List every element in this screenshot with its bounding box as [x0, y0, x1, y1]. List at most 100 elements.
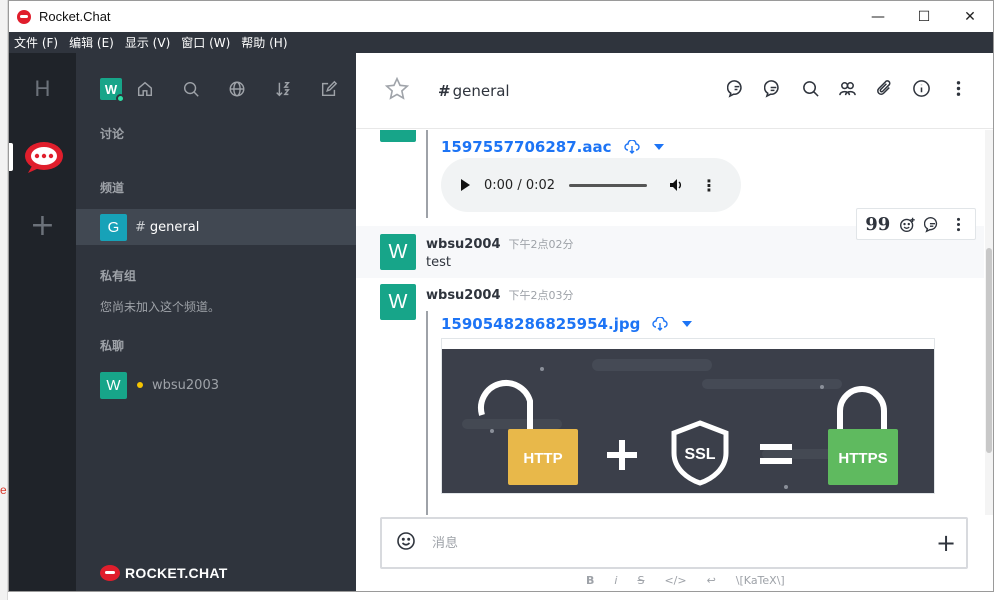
https-illustration: HTTP SSL HTTPS — [442, 349, 934, 493]
scrollbar-thumb[interactable] — [986, 248, 992, 453]
audio-options-icon[interactable]: ⋮ — [701, 176, 717, 195]
message-scrollbar[interactable] — [985, 130, 993, 515]
formatting-toolbar: B i S </> ↩ \[KaTeX\] — [586, 574, 805, 587]
katex-button[interactable]: \[KaTeX\] — [736, 574, 785, 587]
hash-icon: # — [438, 81, 451, 100]
menu-window[interactable]: 窗口 (W) — [181, 34, 230, 51]
room-title: # general — [438, 82, 510, 100]
message-avatar: W — [380, 284, 416, 320]
sidebar-item-wbsu2003[interactable]: W wbsu2003 — [76, 367, 356, 403]
menu-file[interactable]: 文件 (F) — [14, 34, 58, 51]
star-icon[interactable] — [384, 76, 410, 106]
code-button[interactable]: </> — [664, 574, 686, 587]
download-cloud-icon[interactable] — [623, 140, 640, 154]
close-button[interactable]: ✕ — [947, 1, 993, 32]
menu-bar: 文件 (F) 编辑 (E) 显示 (V) 窗口 (W) 帮助 (H) — [9, 32, 993, 53]
online-status-dot — [116, 94, 125, 103]
discussion-icon[interactable] — [718, 79, 755, 98]
background-desktop — [0, 0, 8, 600]
app-window: Rocket.Chat — ☐ ✕ 文件 (F) 编辑 (E) 显示 (V) 窗… — [8, 0, 994, 592]
user-avatar[interactable]: W — [100, 78, 125, 103]
message-list: W 1597557706287.aac 0:00 / 0:02 ⋮ W — [356, 130, 984, 515]
search-messages-icon[interactable] — [792, 79, 829, 98]
emoji-icon[interactable] — [396, 531, 416, 555]
maximize-button[interactable]: ☐ — [901, 1, 947, 32]
room-main: #general W 1597557706287.aac — [356, 53, 993, 591]
menu-edit[interactable]: 编辑 (E) — [69, 34, 114, 51]
message-composer: + — [380, 517, 968, 569]
away-status-dot — [137, 382, 143, 388]
room-name: general — [452, 81, 510, 100]
hash-icon: # — [135, 219, 146, 235]
message-input[interactable] — [432, 535, 926, 551]
home-icon[interactable] — [122, 80, 168, 98]
window-title: Rocket.Chat — [39, 9, 111, 24]
http-ssl-https-graphic: HTTP SSL HTTPS — [462, 359, 898, 489]
message-avatar: W — [380, 234, 416, 270]
menu-view[interactable]: 显示 (V) — [125, 34, 170, 51]
strike-button[interactable]: S — [637, 574, 644, 587]
rocketchat-server-icon[interactable] — [24, 140, 64, 174]
members-icon[interactable] — [829, 79, 866, 98]
section-direct-messages: 私聊 — [100, 339, 125, 353]
sidebar: W 讨论 频道 G # general 私有组 您尚未加入这个频道。 私聊 W … — [76, 53, 356, 591]
https-label: HTTPS — [838, 450, 887, 467]
server-rail: H + — [9, 53, 76, 591]
bold-button[interactable]: B — [586, 574, 594, 587]
collapse-caret-icon[interactable] — [682, 321, 693, 327]
play-icon[interactable] — [461, 179, 470, 191]
section-channels: 频道 — [100, 181, 125, 195]
create-new-icon[interactable] — [306, 80, 352, 98]
attachments-icon[interactable] — [866, 79, 903, 98]
kebab-menu-icon[interactable] — [940, 79, 977, 98]
section-discussions: 讨论 — [100, 127, 125, 141]
volume-icon[interactable] — [669, 178, 683, 192]
message-author[interactable]: wbsu2004 下午2点03分 — [426, 287, 574, 303]
footer-logo-text: ROCKET.CHAT — [125, 565, 228, 581]
image-attachment[interactable]: HTTP SSL HTTPS — [441, 338, 935, 494]
app-content: H + W 讨论 频道 G # general 私有组 您尚未加入这个频道。 私… — [9, 53, 993, 591]
server-h-button[interactable]: H — [9, 76, 76, 102]
download-cloud-icon[interactable] — [652, 317, 668, 331]
directory-globe-icon[interactable] — [214, 80, 260, 98]
info-icon[interactable] — [903, 79, 940, 98]
reply-thread-icon[interactable] — [924, 216, 941, 233]
menu-help[interactable]: 帮助 (H) — [241, 34, 287, 51]
quote-icon[interactable]: 99 — [865, 214, 890, 235]
author-name: wbsu2004 — [426, 237, 501, 252]
audio-progress-slider[interactable] — [569, 183, 648, 187]
dm-avatar: W — [100, 371, 127, 399]
sidebar-item-general[interactable]: G # general — [76, 209, 356, 245]
rocketchat-logo-icon — [100, 565, 120, 581]
title-bar: Rocket.Chat — ☐ ✕ — [9, 1, 993, 32]
room-header: # general — [356, 53, 993, 129]
audio-player[interactable]: 0:00 / 0:02 ⋮ — [441, 158, 741, 212]
collapse-caret-icon[interactable] — [653, 144, 664, 150]
user-avatar-letter: W — [104, 81, 118, 97]
minimize-button[interactable]: — — [855, 1, 901, 32]
audio-file-link[interactable]: 1597557706287.aac — [441, 138, 664, 156]
add-reaction-icon[interactable] — [899, 216, 916, 233]
image-file-link[interactable]: 1590548286825954.jpg — [441, 315, 693, 333]
image-file-name: 1590548286825954.jpg — [441, 315, 641, 333]
add-server-button[interactable]: + — [9, 208, 76, 243]
message-time: 下午2点03分 — [508, 289, 574, 302]
message-avatar: W — [380, 130, 416, 142]
search-icon[interactable] — [168, 80, 214, 98]
multiline-button[interactable]: ↩ — [707, 574, 716, 587]
sort-icon[interactable] — [260, 80, 306, 98]
threads-icon[interactable] — [755, 79, 792, 98]
attachment-line — [426, 311, 428, 515]
message-time: 下午2点02分 — [508, 238, 574, 251]
audio-time: 0:00 / 0:02 — [484, 177, 556, 193]
sidebar-item-label: general — [149, 219, 200, 235]
author-name: wbsu2004 — [426, 288, 501, 303]
message-author[interactable]: wbsu2004 下午2点02分 — [426, 236, 574, 252]
attachment-line — [426, 130, 428, 218]
audio-file-name: 1597557706287.aac — [441, 138, 612, 156]
italic-button[interactable]: i — [614, 574, 617, 587]
more-actions-icon[interactable] — [950, 216, 967, 233]
message-body: test — [426, 255, 451, 270]
add-attachment-button[interactable]: + — [926, 529, 966, 557]
sidebar-toolbar: W — [76, 53, 356, 125]
